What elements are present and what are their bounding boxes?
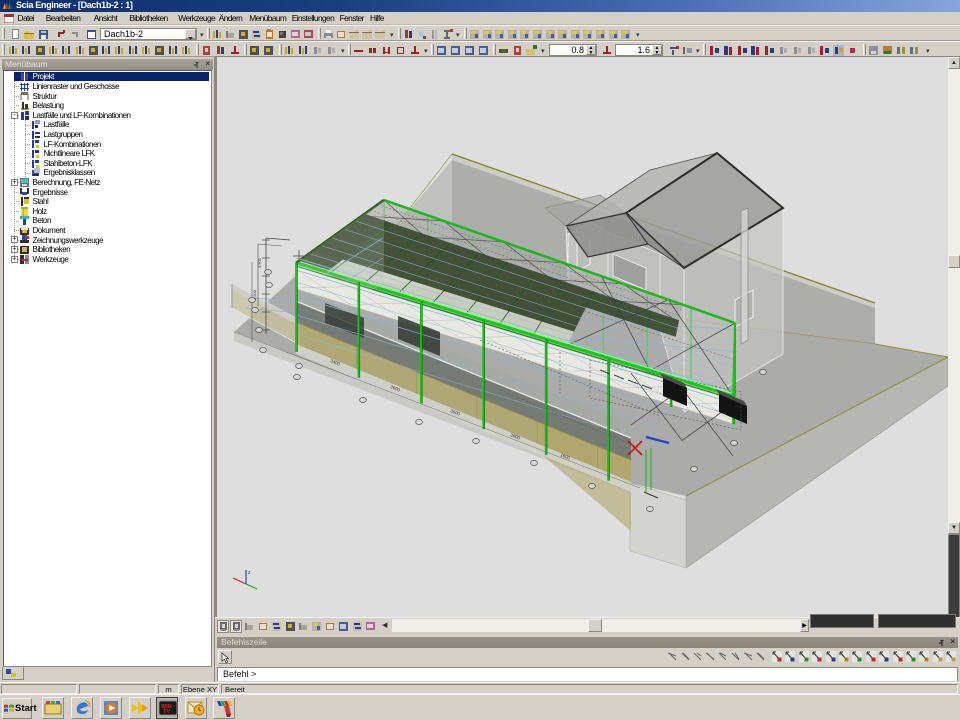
svg-text:3,500: 3,500 (257, 257, 262, 268)
svg-text:TV: TV (163, 709, 170, 715)
